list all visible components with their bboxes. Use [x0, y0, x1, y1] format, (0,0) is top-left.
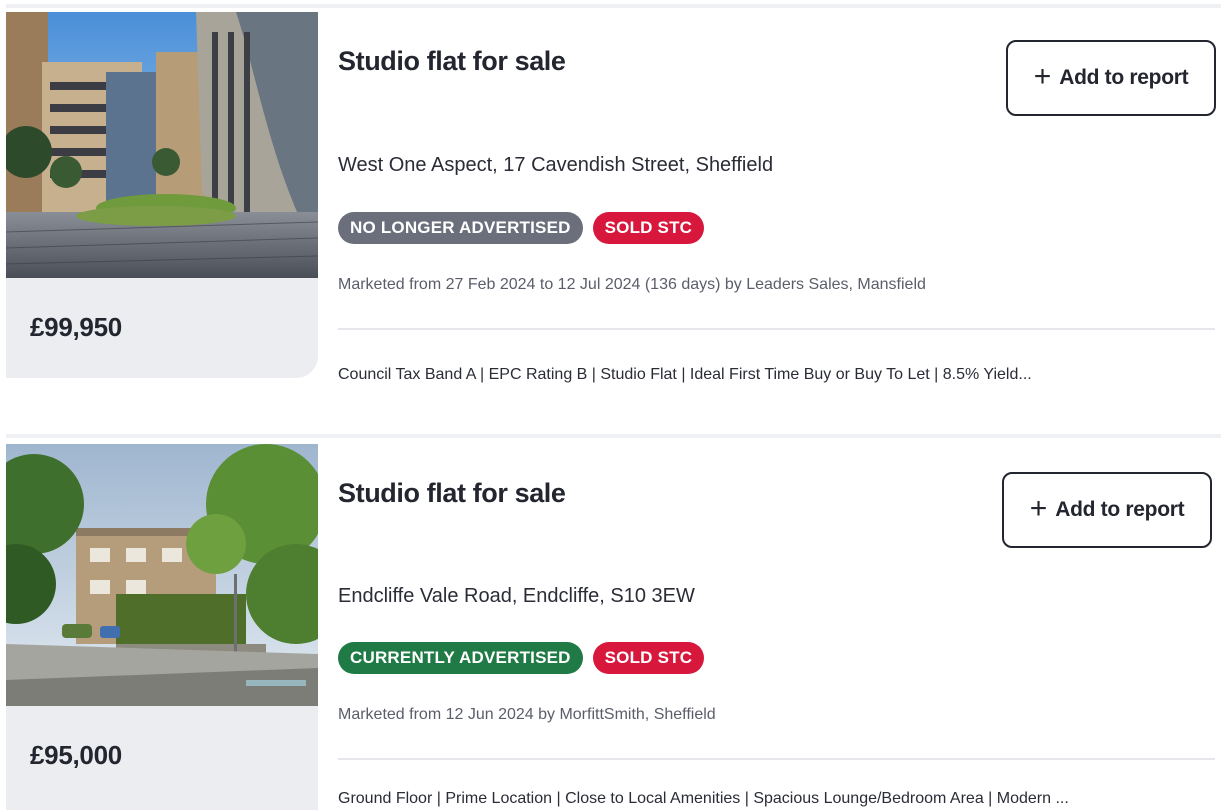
- listing-features: Council Tax Band A | EPC Rating B | Stud…: [338, 366, 1032, 383]
- property-photo[interactable]: [6, 444, 318, 706]
- plus-icon: +: [1029, 491, 1048, 525]
- add-to-report-label: Add to report: [1059, 66, 1189, 89]
- marketing-history: Marketed from 12 Jun 2024 by MorfittSmit…: [338, 706, 716, 723]
- status-badges: CURRENTLY ADVERTISED SOLD STC: [338, 642, 705, 674]
- plus-icon: +: [1033, 59, 1052, 93]
- apartment-courtyard-photo: [6, 12, 318, 278]
- marketing-history: Marketed from 27 Feb 2024 to 12 Jul 2024…: [338, 276, 926, 293]
- property-photo[interactable]: [6, 12, 318, 278]
- card-top-border: [6, 4, 1221, 8]
- card-top-border: [6, 434, 1221, 438]
- listing-media-column: £99,950: [6, 12, 318, 378]
- listing-title[interactable]: Studio flat for sale: [338, 478, 566, 509]
- listing-title[interactable]: Studio flat for sale: [338, 46, 566, 77]
- add-to-report-button[interactable]: + Add to report: [1006, 40, 1216, 116]
- divider: [338, 758, 1215, 760]
- property-listing-card[interactable]: £99,950 Studio flat for sale + Add to re…: [0, 0, 1221, 400]
- status-badge-advertising: CURRENTLY ADVERTISED: [338, 642, 583, 674]
- listing-media-column: £95,000: [6, 444, 318, 810]
- status-badge-sold-stc: SOLD STC: [592, 212, 705, 244]
- listing-address: West One Aspect, 17 Cavendish Street, Sh…: [338, 154, 774, 176]
- listing-price: £95,000: [30, 740, 122, 770]
- street-with-trees-photo: [6, 444, 318, 706]
- status-badge-advertising: NO LONGER ADVERTISED: [338, 212, 583, 244]
- add-to-report-button[interactable]: + Add to report: [1002, 472, 1212, 548]
- listing-address: Endcliffe Vale Road, Endcliffe, S10 3EW: [338, 585, 695, 607]
- status-badge-sold-stc: SOLD STC: [592, 642, 705, 674]
- listing-price: £99,950: [30, 312, 122, 342]
- divider: [338, 328, 1215, 330]
- listing-features: Ground Floor | Prime Location | Close to…: [338, 790, 1069, 807]
- add-to-report-label: Add to report: [1055, 498, 1185, 521]
- property-listing-card[interactable]: £95,000 Studio flat for sale + Add to re…: [0, 432, 1221, 810]
- status-badges: NO LONGER ADVERTISED SOLD STC: [338, 212, 705, 244]
